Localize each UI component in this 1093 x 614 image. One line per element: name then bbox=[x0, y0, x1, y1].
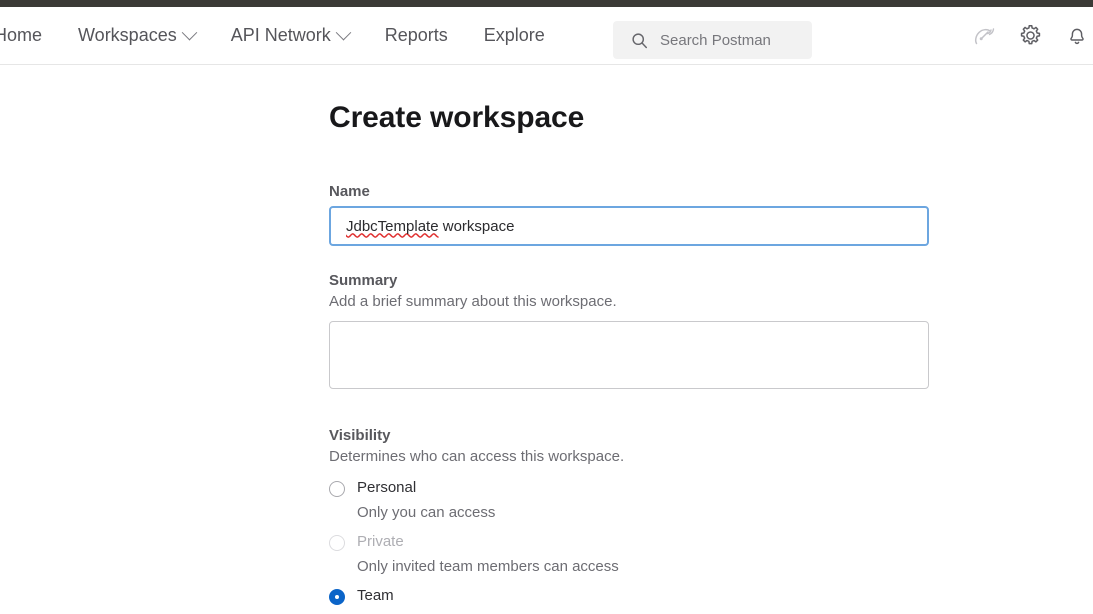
search-placeholder-text: Search Postman bbox=[660, 31, 771, 49]
visibility-option-label: Personal bbox=[357, 479, 417, 496]
name-label: Name bbox=[329, 183, 370, 200]
visibility-label: Visibility bbox=[329, 427, 391, 444]
nav-item-reports[interactable]: Reports bbox=[367, 7, 466, 64]
visibility-option-label: Team bbox=[357, 587, 394, 604]
visibility-option-personal[interactable]: Personal Only you can access bbox=[329, 479, 929, 521]
visibility-option-description: Only you can access bbox=[357, 504, 496, 521]
nav-item-label: Workspaces bbox=[78, 25, 177, 45]
name-field-group: Name JdbcTemplate workspace bbox=[329, 183, 929, 246]
search-input[interactable]: Search Postman bbox=[613, 21, 812, 59]
summary-help-text: Add a brief summary about this workspace… bbox=[329, 293, 617, 310]
window-title-strip bbox=[0, 0, 1093, 7]
chevron-down-icon bbox=[335, 24, 352, 41]
create-workspace-form: Create workspace Name JdbcTemplate works… bbox=[329, 101, 929, 614]
radio-icon bbox=[329, 535, 345, 551]
nav-item-label: API Network bbox=[230, 25, 331, 45]
search-icon bbox=[632, 32, 648, 48]
nav-item-label: Explore bbox=[483, 25, 545, 45]
nav-item-api-network[interactable]: API Network bbox=[213, 7, 367, 64]
misspelled-word: JdbcTemplate bbox=[346, 217, 439, 235]
header-icon-group bbox=[972, 23, 1093, 48]
summary-label: Summary bbox=[329, 272, 398, 289]
nav-item-label: Home bbox=[0, 25, 43, 45]
main-navigation: Home Workspaces API Network Reports Expl… bbox=[0, 7, 563, 64]
radio-icon bbox=[329, 481, 345, 497]
postman-create-workspace-page: Home Workspaces API Network Reports Expl… bbox=[0, 0, 1093, 614]
visibility-help-text: Determines who can access this workspace… bbox=[329, 448, 625, 465]
visibility-option-team[interactable]: Team All team members can access bbox=[329, 587, 929, 614]
visibility-field-group: Visibility Determines who can access thi… bbox=[329, 427, 929, 614]
page-content: Create workspace Name JdbcTemplate works… bbox=[0, 66, 1093, 614]
nav-item-workspaces[interactable]: Workspaces bbox=[60, 7, 213, 64]
nav-item-explore[interactable]: Explore bbox=[466, 7, 563, 64]
nav-item-label: Reports bbox=[384, 25, 448, 45]
name-value-rest: workspace bbox=[438, 217, 515, 235]
visibility-option-description: Only invited team members can access bbox=[357, 558, 619, 575]
app-header: Home Workspaces API Network Reports Expl… bbox=[0, 7, 1093, 65]
page-title: Create workspace bbox=[329, 101, 585, 134]
workspace-name-input[interactable]: JdbcTemplate workspace bbox=[329, 206, 929, 246]
workspace-summary-input[interactable] bbox=[329, 321, 929, 389]
summary-field-group: Summary Add a brief summary about this w… bbox=[329, 272, 929, 394]
workspace-name-value: JdbcTemplate workspace bbox=[346, 218, 514, 235]
gear-icon[interactable] bbox=[1018, 23, 1043, 48]
bell-icon[interactable] bbox=[1065, 24, 1089, 48]
satellite-dish-icon[interactable] bbox=[972, 24, 996, 48]
visibility-option-private: Private Only invited team members can ac… bbox=[329, 533, 929, 575]
chevron-down-icon bbox=[181, 24, 197, 41]
visibility-option-label: Private bbox=[357, 533, 404, 550]
radio-icon-selected bbox=[329, 589, 345, 605]
nav-item-home[interactable]: Home bbox=[0, 7, 60, 64]
